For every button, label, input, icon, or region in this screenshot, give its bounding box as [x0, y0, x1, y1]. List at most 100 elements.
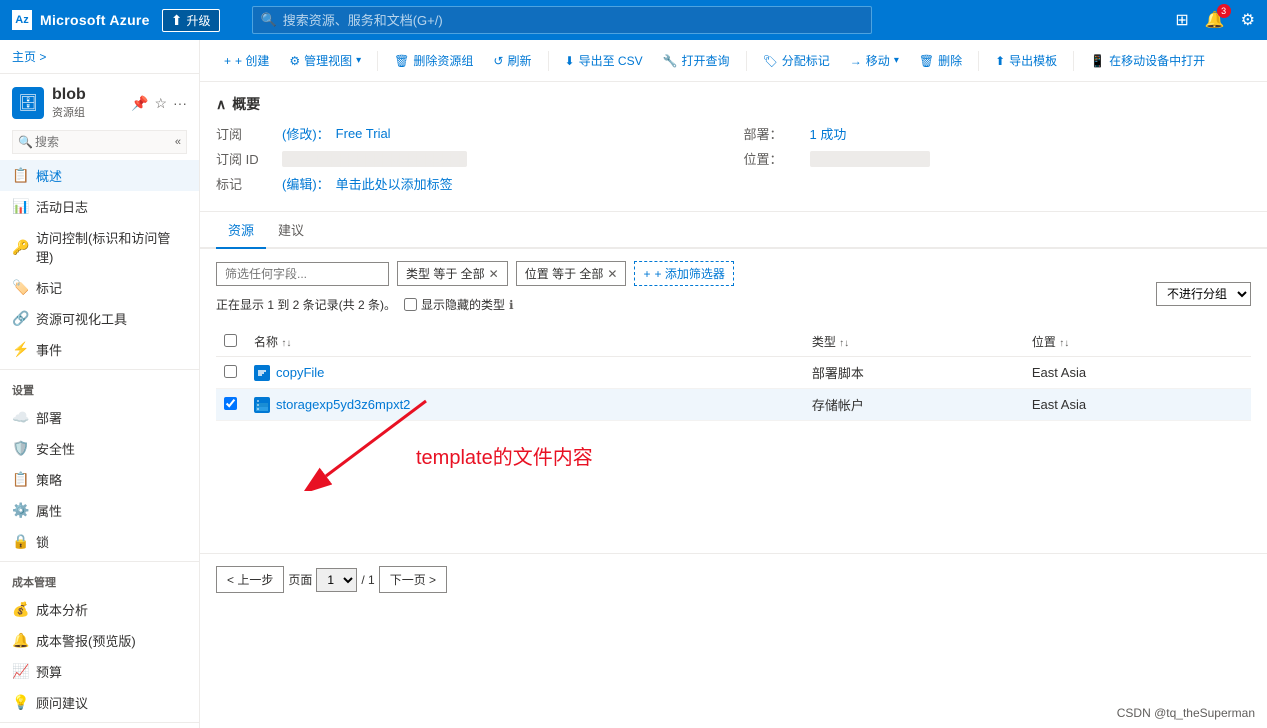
- nav-budget-label: 预算: [36, 662, 62, 681]
- manage-view-button[interactable]: ⚙ 管理视图 ▾: [281, 48, 369, 73]
- prev-page-button[interactable]: < 上一步: [216, 566, 284, 593]
- nav-properties-label: 属性: [36, 501, 62, 520]
- manage-view-icon: ⚙: [289, 54, 300, 68]
- divider-3: [0, 722, 199, 723]
- more-icon[interactable]: ···: [173, 95, 187, 111]
- sidebar-collapse-btn[interactable]: «: [175, 136, 181, 148]
- nav-events[interactable]: ⚡ 事件: [0, 334, 199, 365]
- subscription-link[interactable]: Free Trial: [336, 126, 391, 141]
- refresh-button[interactable]: ↺ 刷新: [485, 48, 539, 73]
- nav-activity-log[interactable]: 📊 活动日志: [0, 191, 199, 222]
- add-filter-button[interactable]: + + 添加筛选器: [634, 261, 733, 286]
- main-layout: 主页 > 🗄 blob 资源组 📌 ☆ ··· 🔍 « 📋 概述: [0, 40, 1267, 728]
- move-icon: →: [850, 54, 862, 68]
- record-count: 正在显示 1 到 2 条记录(共 2 条)。 显示隐藏的类型 ℹ: [216, 296, 514, 313]
- annotation-area: template的文件内容: [216, 421, 1251, 541]
- filter-tag-type[interactable]: 类型 等于 全部 ✕: [397, 261, 508, 286]
- resource-icon: 🗄: [12, 87, 44, 119]
- filter-tag-location-label: 位置 等于 全部: [525, 265, 604, 282]
- star-icon[interactable]: ☆: [154, 95, 167, 112]
- assign-tag-button[interactable]: 🏷 分配标记: [755, 48, 838, 73]
- resource-filter-input[interactable]: [216, 262, 389, 286]
- create-button[interactable]: + + 创建: [216, 48, 277, 73]
- nav-overview[interactable]: 📋 概述: [0, 160, 199, 191]
- tags-link[interactable]: 单击此处以添加标签: [336, 174, 453, 193]
- resource-name-link[interactable]: copyFile: [276, 365, 324, 380]
- properties-icon: ⚙️: [12, 502, 28, 519]
- topbar-search-container: 🔍: [252, 6, 872, 34]
- overview-icon: 📋: [12, 167, 28, 184]
- breadcrumb[interactable]: 主页 >: [0, 40, 199, 74]
- resource-viz-icon: 🔗: [12, 310, 28, 327]
- show-hidden-checkbox[interactable]: [404, 298, 417, 311]
- nav-access-control-label: 访问控制(标识和访问管理): [36, 228, 187, 266]
- nav-policy[interactable]: 📋 策略: [0, 464, 199, 495]
- upgrade-button[interactable]: ⬆ 升级: [162, 9, 220, 32]
- access-control-icon: 🔑: [12, 239, 28, 256]
- group-select[interactable]: 不进行分组: [1156, 282, 1251, 306]
- nav-deployments-label: 部署: [36, 408, 62, 427]
- filter-location-close-icon[interactable]: ✕: [607, 267, 617, 281]
- nav-cost-alerts[interactable]: 🔔 成本警报(预览版): [0, 625, 199, 656]
- delete-icon: 🗑: [919, 54, 934, 68]
- move-button[interactable]: → 移动 ▾: [842, 48, 907, 73]
- open-mobile-button[interactable]: 📱 在移动设备中打开: [1082, 48, 1213, 73]
- tab-resources[interactable]: 资源: [216, 212, 266, 249]
- deployments-icon: ☁️: [12, 409, 28, 426]
- sidebar-search-container: 🔍 «: [0, 124, 199, 160]
- total-pages-label: / 1: [361, 573, 374, 587]
- collapse-icon[interactable]: ∧: [216, 96, 226, 113]
- delete-button[interactable]: 🗑 删除: [911, 48, 970, 73]
- show-hidden-container: 显示隐藏的类型 ℹ: [404, 296, 514, 313]
- page-label: 页面: [288, 571, 312, 588]
- select-all-checkbox[interactable]: [224, 334, 237, 347]
- monitor-icon[interactable]: ⊞: [1175, 10, 1188, 30]
- nav-advisor[interactable]: 💡 顾问建议: [0, 687, 199, 718]
- th-name[interactable]: 名称 ↑↓: [246, 327, 804, 357]
- nav-security[interactable]: 🛡️ 安全性: [0, 433, 199, 464]
- th-type[interactable]: 类型 ↑↓: [804, 327, 1024, 357]
- nav-security-label: 安全性: [36, 439, 75, 458]
- annotation-text: template的文件内容: [416, 441, 593, 470]
- page-select[interactable]: 1: [316, 568, 357, 592]
- nav-properties[interactable]: ⚙️ 属性: [0, 495, 199, 526]
- tabs-bar: 资源 建议: [200, 212, 1267, 249]
- next-page-button[interactable]: 下一页 >: [379, 566, 447, 593]
- nav-tags[interactable]: 🏷️ 标记: [0, 272, 199, 303]
- th-location[interactable]: 位置 ↑↓: [1024, 327, 1251, 357]
- nav-access-control[interactable]: 🔑 访问控制(标识和访问管理): [0, 222, 199, 272]
- sidebar-search-input[interactable]: [12, 130, 187, 154]
- nav-resource-viz[interactable]: 🔗 资源可视化工具: [0, 303, 199, 334]
- nav-events-label: 事件: [36, 340, 62, 359]
- topbar-search-input[interactable]: [283, 13, 863, 28]
- settings-gear-icon[interactable]: ⚙: [1241, 10, 1255, 30]
- overview-grid: 订阅 (修改)： Free Trial 订阅 ID e841b█████████…: [216, 124, 1251, 199]
- command-bar: + + 创建 ⚙ 管理视图 ▾ 🗑 删除资源组 ↺ 刷新 ⬇ 导出至 CSV: [200, 40, 1267, 82]
- chevron-down-icon: ▾: [356, 55, 361, 66]
- open-query-button[interactable]: 🔧 打开查询: [655, 48, 738, 73]
- tag-icon: 🏷: [763, 54, 778, 68]
- department-link[interactable]: 1 成功: [810, 124, 847, 143]
- export-csv-button[interactable]: ⬇ 导出至 CSV: [557, 48, 651, 73]
- subscription-id-label: 订阅 ID: [216, 149, 276, 168]
- nav-deployments[interactable]: ☁️ 部署: [0, 402, 199, 433]
- delete-group-button[interactable]: 🗑 删除资源组: [386, 48, 481, 73]
- row-checkbox[interactable]: [224, 365, 237, 378]
- filter-type-close-icon[interactable]: ✕: [489, 267, 499, 281]
- filter-bar: 类型 等于 全部 ✕ 位置 等于 全部 ✕ + + 添加筛选器: [216, 261, 1251, 286]
- nav-lock[interactable]: 🔒 锁: [0, 526, 199, 557]
- resource-info: blob 资源组: [52, 86, 123, 120]
- table-header: 名称 ↑↓ 类型 ↑↓ 位置 ↑↓: [216, 327, 1251, 357]
- nav-budget[interactable]: 📈 预算: [0, 656, 199, 687]
- nav-tags-label: 标记: [36, 278, 62, 297]
- export-template-button[interactable]: ⬆ 导出模板: [987, 48, 1065, 73]
- notifications-icon[interactable]: 🔔 3: [1205, 10, 1225, 30]
- row-checkbox[interactable]: [224, 397, 237, 410]
- filter-tag-location[interactable]: 位置 等于 全部 ✕: [516, 261, 627, 286]
- tab-recommendations[interactable]: 建议: [266, 212, 316, 249]
- nav-policy-label: 策略: [36, 470, 62, 489]
- nav-cost-analysis[interactable]: 💰 成本分析: [0, 594, 199, 625]
- th-checkbox: [216, 327, 246, 357]
- name-sort-icon: ↑↓: [281, 338, 291, 349]
- pin-icon[interactable]: 📌: [131, 95, 148, 112]
